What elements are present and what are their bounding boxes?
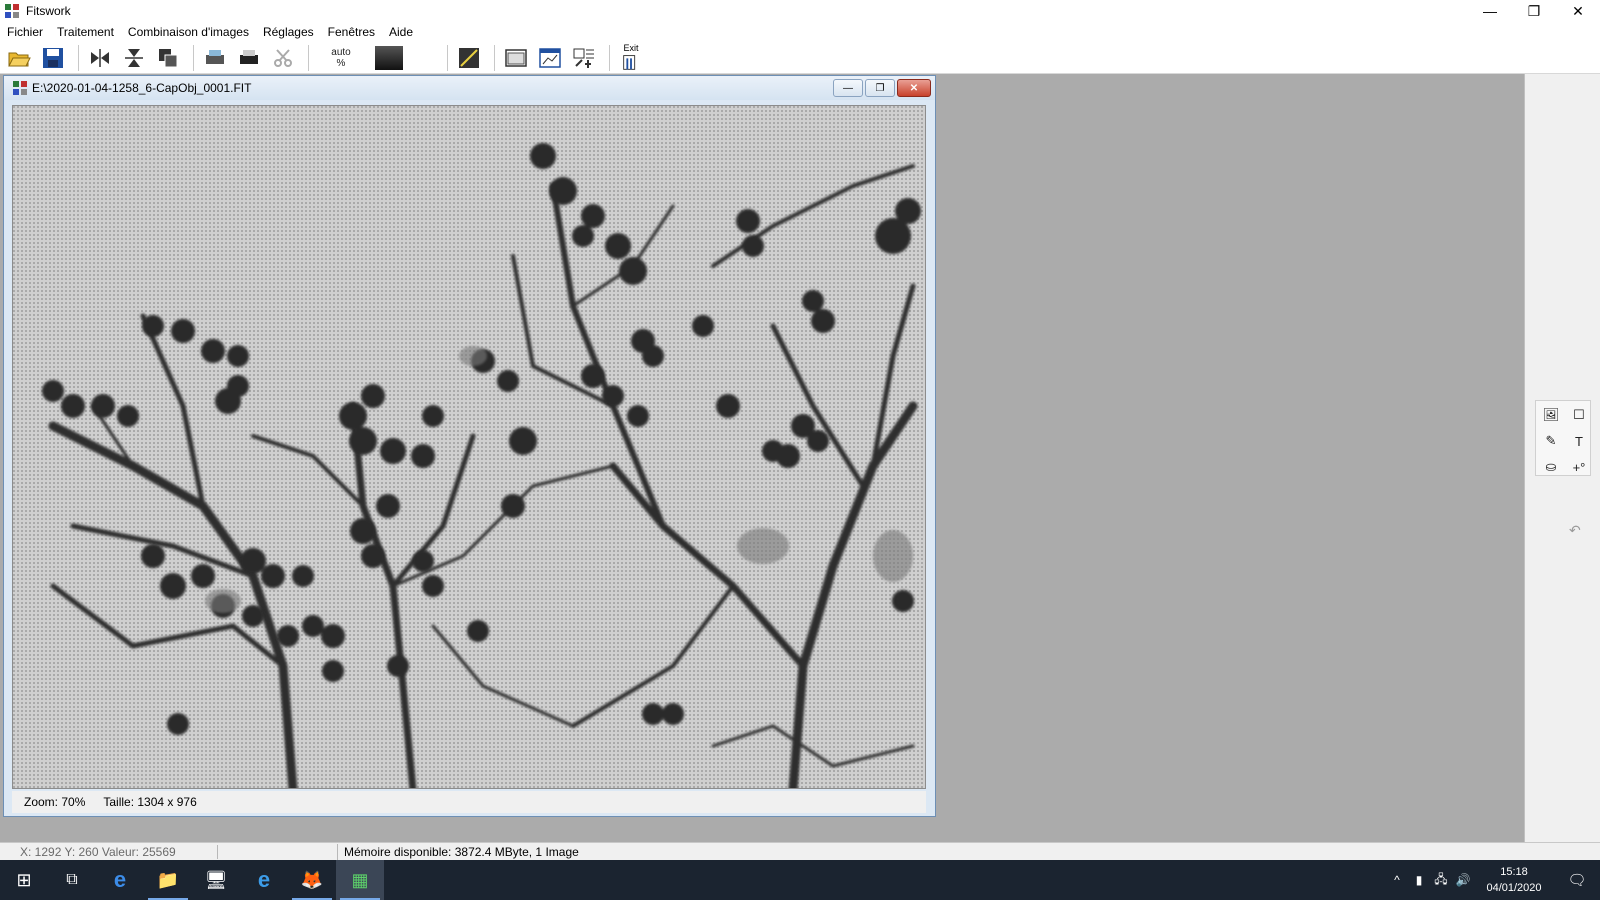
clock-time: 15:18 bbox=[1500, 866, 1528, 878]
undo-icon[interactable]: ↶ bbox=[1569, 522, 1581, 539]
edge-icon[interactable]: e bbox=[96, 860, 144, 900]
image-window-title: E:\2020-01-04-1258_6-CapObj_0001.FIT bbox=[32, 81, 252, 95]
network-icon[interactable]: 🖧 bbox=[1430, 870, 1452, 891]
battery-icon[interactable]: ▮ bbox=[1408, 873, 1430, 887]
rectangle-select-icon[interactable]: ☐ bbox=[1566, 403, 1592, 427]
auto-label: auto bbox=[331, 46, 351, 58]
exit-icon bbox=[623, 54, 636, 70]
task-view-icon[interactable]: ⧉ bbox=[48, 860, 96, 900]
black-level-button[interactable] bbox=[375, 45, 403, 70]
rotate-icon bbox=[159, 48, 178, 67]
fitswork-app-icon bbox=[5, 4, 19, 18]
image-close-button[interactable]: ✕ bbox=[897, 79, 931, 97]
curve-window-icon bbox=[539, 47, 561, 68]
image-window-titlebar[interactable]: E:\2020-01-04-1258_6-CapObj_0001.FIT — ❐… bbox=[4, 76, 935, 100]
image-window[interactable]: E:\2020-01-04-1258_6-CapObj_0001.FIT — ❐… bbox=[3, 75, 936, 817]
menu-bar: Fichier Traitement Combinaison d'images … bbox=[0, 22, 1600, 42]
menu-aide[interactable]: Aide bbox=[382, 22, 420, 42]
histogram-button[interactable] bbox=[454, 44, 484, 72]
maximize-button[interactable]: ❐ bbox=[1512, 0, 1556, 22]
clock-date: 04/01/2020 bbox=[1486, 882, 1542, 894]
image-canvas[interactable] bbox=[12, 105, 926, 789]
pipette-icon[interactable]: ✎ bbox=[1538, 429, 1564, 453]
clock[interactable]: 15:18 04/01/2020 bbox=[1474, 864, 1554, 896]
exit-button[interactable]: Exit bbox=[616, 43, 646, 73]
zoom-text: Zoom: 70% bbox=[24, 795, 86, 809]
menu-fenetres[interactable]: Fenêtres bbox=[321, 22, 382, 42]
image-tools-icon bbox=[573, 48, 594, 68]
print-button[interactable] bbox=[200, 44, 230, 72]
flip-horizontal-button[interactable] bbox=[85, 44, 115, 72]
menu-combinaison[interactable]: Combinaison d'images bbox=[121, 22, 256, 42]
menu-fichier[interactable]: Fichier bbox=[0, 22, 50, 42]
menu-reglages[interactable]: Réglages bbox=[256, 22, 321, 42]
fits-file-icon bbox=[13, 81, 27, 95]
print-icon bbox=[206, 49, 224, 64]
flip-vertical-button[interactable] bbox=[119, 44, 149, 72]
toolbar: auto % Exit bbox=[0, 42, 1600, 74]
auto-percent-button[interactable]: auto % bbox=[321, 44, 361, 72]
fitswork-icon[interactable]: ▦ bbox=[336, 860, 384, 900]
minimize-button[interactable]: — bbox=[1468, 0, 1512, 22]
window-icon bbox=[505, 48, 527, 67]
start-icon[interactable]: ⊞ bbox=[0, 860, 48, 900]
firefox-glyph: 🦊 bbox=[300, 869, 324, 890]
status-bar: X: 1292 Y: 260 Valeur: 25569 Mémoire dis… bbox=[0, 842, 1600, 860]
title-bar: Fitswork — ❐ ✕ bbox=[0, 0, 1600, 22]
toolbar-separator bbox=[494, 44, 495, 71]
fitswork-glyph: ▦ bbox=[351, 869, 369, 890]
toolbar-separator bbox=[308, 44, 309, 71]
status-pane-empty bbox=[218, 843, 338, 860]
size-text: Taille: 1304 x 976 bbox=[103, 795, 197, 809]
menu-traitement[interactable]: Traitement bbox=[50, 22, 121, 42]
histogram-icon bbox=[459, 47, 479, 68]
notification-icon[interactable]: 🗨 bbox=[1554, 871, 1600, 889]
tray-expand-icon[interactable]: ^ bbox=[1386, 873, 1408, 887]
exit-label: Exit bbox=[623, 42, 639, 53]
taskbar: ⊞ ⧉ e 📁 🖥 e 🦊 ▦ ^ ▮ 🖧 🔊 15:18 04/01/2020… bbox=[0, 860, 1600, 900]
image-status-bar: Zoom: 70% Taille: 1304 x 976 bbox=[12, 791, 926, 813]
window-button[interactable] bbox=[501, 44, 531, 72]
curve-window-button[interactable] bbox=[535, 44, 565, 72]
open-button[interactable] bbox=[4, 44, 34, 72]
fits-image bbox=[13, 106, 925, 788]
stamp-icon[interactable]: ⛀ bbox=[1538, 455, 1564, 479]
close-button[interactable]: ✕ bbox=[1556, 0, 1600, 22]
toolbar-separator bbox=[447, 44, 448, 71]
tool-palette: 🖼 ☐ ✎ T ⛀ +° bbox=[1535, 400, 1591, 476]
text-tool-icon[interactable]: T bbox=[1566, 429, 1592, 453]
memory-text: Mémoire disponible: 3872.4 MByte, 1 Imag… bbox=[344, 844, 579, 859]
file-explorer-icon[interactable]: 📁 bbox=[144, 860, 192, 900]
internet-explorer-icon[interactable]: e bbox=[240, 860, 288, 900]
coords-readout: X: 1292 Y: 260 Valeur: 25569 bbox=[0, 844, 218, 859]
flip-horizontal-icon bbox=[91, 48, 109, 67]
rotate-button[interactable] bbox=[153, 44, 183, 72]
firefox-icon[interactable]: 🦊 bbox=[288, 860, 336, 900]
system-tray: ^ ▮ 🖧 🔊 15:18 04/01/2020 🗨 bbox=[1386, 860, 1600, 900]
image-overlay-icon[interactable]: 🖼 bbox=[1538, 403, 1564, 427]
right-tool-panel: 🖼 ☐ ✎ T ⛀ +° ↶ bbox=[1524, 74, 1600, 842]
save-icon bbox=[43, 47, 63, 68]
open-icon bbox=[8, 52, 31, 66]
control-panel-icon[interactable]: 🖥 bbox=[192, 860, 240, 900]
scissors-button[interactable] bbox=[268, 44, 298, 72]
app-title: Fitswork bbox=[26, 4, 71, 18]
printer-icon bbox=[240, 49, 258, 64]
image-minimize-button[interactable]: — bbox=[833, 79, 863, 97]
toolbar-separator bbox=[193, 44, 194, 71]
volume-icon[interactable]: 🔊 bbox=[1452, 873, 1474, 887]
toolbar-separator bbox=[78, 44, 79, 71]
scissors-icon bbox=[274, 48, 292, 67]
toolbar-separator bbox=[609, 44, 610, 71]
printer-button[interactable] bbox=[234, 44, 264, 72]
save-button[interactable] bbox=[38, 44, 68, 72]
image-restore-button[interactable]: ❐ bbox=[865, 79, 895, 97]
point-add-icon[interactable]: +° bbox=[1566, 455, 1592, 479]
file-explorer-glyph: 📁 bbox=[156, 869, 180, 890]
flip-vertical-icon bbox=[125, 48, 143, 67]
percent-label: % bbox=[336, 57, 346, 69]
image-tools-button[interactable] bbox=[569, 44, 599, 72]
